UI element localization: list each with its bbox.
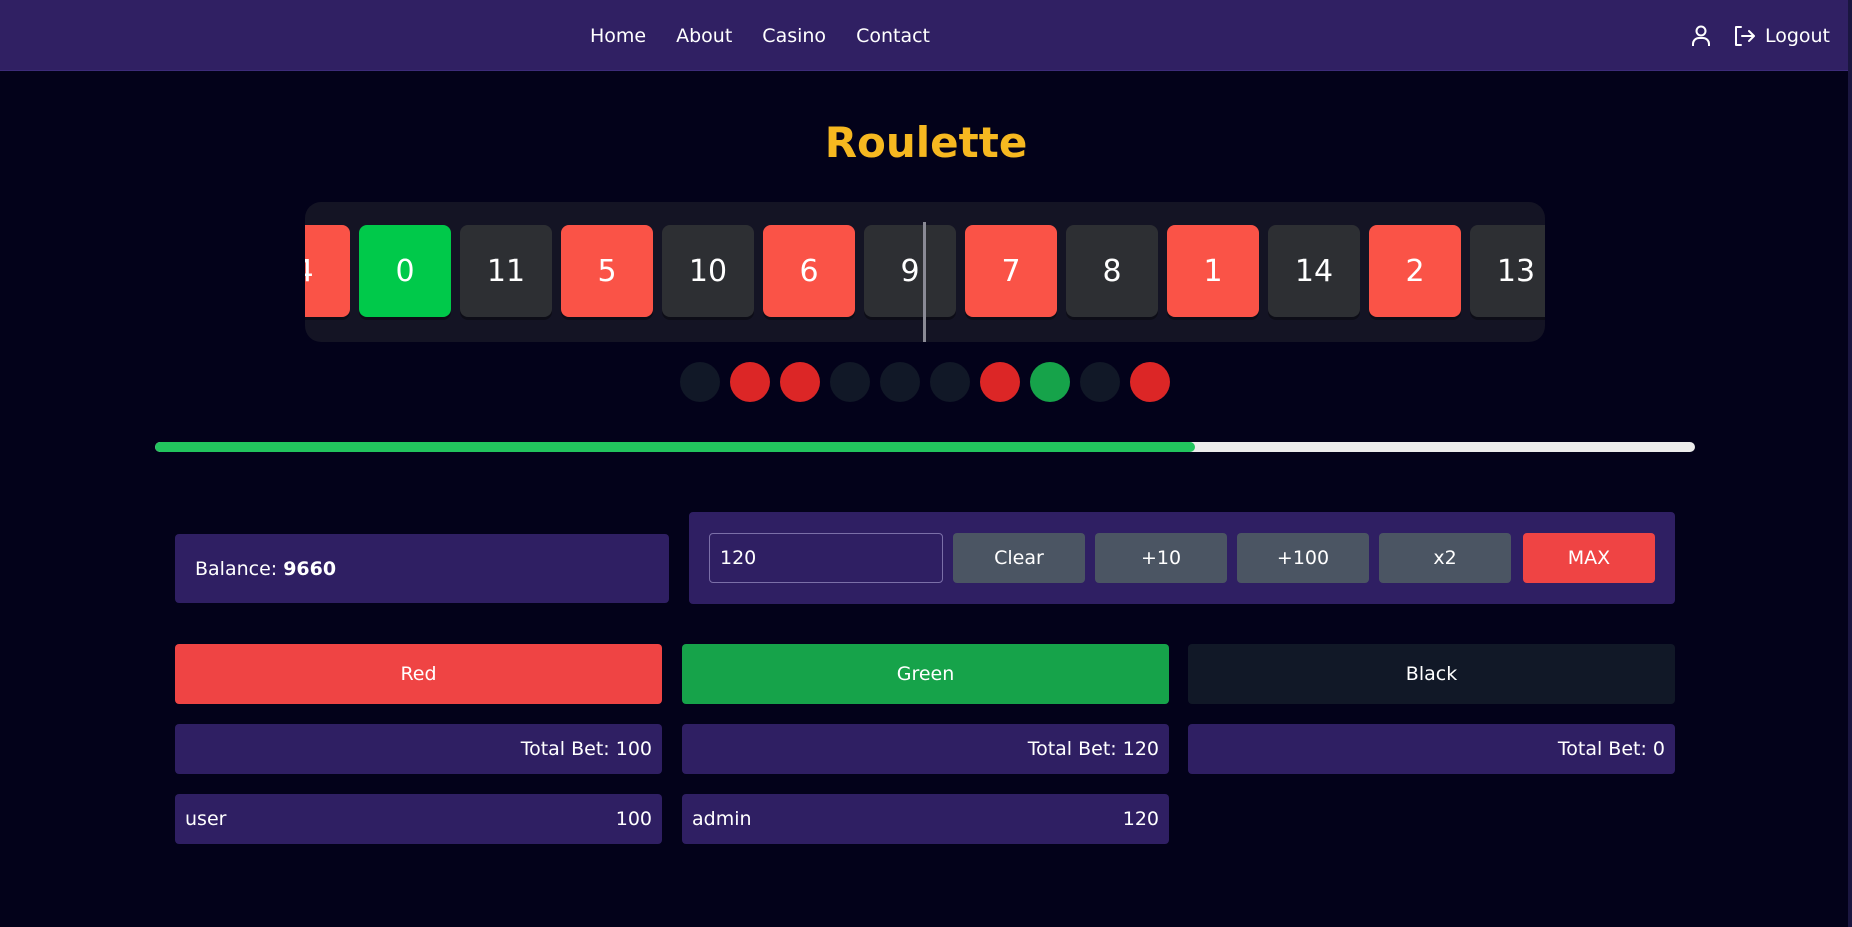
balance-label: Balance: bbox=[195, 557, 278, 580]
green-total-bet: Total Bet: 120 bbox=[682, 724, 1169, 774]
red-bettor-row: user 100 bbox=[175, 794, 662, 844]
round-timer-bar bbox=[155, 442, 1695, 452]
bet-red-button[interactable]: Red bbox=[175, 644, 662, 704]
balance-value: 9660 bbox=[283, 557, 337, 580]
roulette-tile: 1 bbox=[1167, 225, 1259, 317]
history-dot-black bbox=[1080, 362, 1120, 402]
history-dot-black bbox=[930, 362, 970, 402]
bettor-amount: 100 bbox=[615, 808, 652, 830]
black-total-bet: Total Bet: 0 bbox=[1188, 724, 1675, 774]
clear-button[interactable]: Clear bbox=[953, 533, 1085, 583]
double-button[interactable]: x2 bbox=[1379, 533, 1511, 583]
bet-black-button[interactable]: Black bbox=[1188, 644, 1675, 704]
history-dot-red bbox=[730, 362, 770, 402]
balance-display: Balance: 9660 bbox=[175, 534, 669, 603]
nav-casino[interactable]: Casino bbox=[762, 25, 826, 47]
logout-icon bbox=[1733, 25, 1755, 47]
nav-links: Home About Casino Contact bbox=[590, 0, 930, 71]
roulette-tile: 5 bbox=[561, 225, 653, 317]
nav-right: Logout bbox=[1691, 0, 1830, 71]
nav-about[interactable]: About bbox=[676, 25, 732, 47]
roulette-tile: 13 bbox=[1470, 225, 1545, 317]
roulette-tile: 2 bbox=[1369, 225, 1461, 317]
bettor-name: user bbox=[185, 808, 227, 830]
history-dot-green bbox=[1030, 362, 1070, 402]
roulette-tile: 9 bbox=[864, 225, 956, 317]
round-timer-fill bbox=[155, 442, 1195, 452]
plus-10-button[interactable]: +10 bbox=[1095, 533, 1227, 583]
roulette-tile: 7 bbox=[965, 225, 1057, 317]
nav-home[interactable]: Home bbox=[590, 25, 646, 47]
max-button[interactable]: MAX bbox=[1523, 533, 1655, 583]
logout-label: Logout bbox=[1764, 24, 1830, 47]
history-dot-black bbox=[830, 362, 870, 402]
history-dot-red bbox=[1130, 362, 1170, 402]
top-navbar: Home About Casino Contact Logout bbox=[0, 0, 1852, 71]
history-dot-red bbox=[780, 362, 820, 402]
roulette-tile: 8 bbox=[1066, 225, 1158, 317]
history-dot-black bbox=[880, 362, 920, 402]
result-history bbox=[680, 362, 1170, 402]
logout-button[interactable]: Logout bbox=[1733, 25, 1830, 47]
bettor-name: admin bbox=[692, 808, 752, 830]
roulette-tile: 6 bbox=[763, 225, 855, 317]
bet-amount-input[interactable] bbox=[709, 533, 943, 583]
red-total-bet: Total Bet: 100 bbox=[175, 724, 662, 774]
page-title: Roulette bbox=[824, 118, 1028, 167]
roulette-tile: 11 bbox=[460, 225, 552, 317]
bet-green-button[interactable]: Green bbox=[682, 644, 1169, 704]
history-dot-black bbox=[680, 362, 720, 402]
user-icon[interactable] bbox=[1691, 25, 1711, 47]
bet-panel: Clear +10 +100 x2 MAX bbox=[689, 512, 1675, 604]
roulette-strip: 40115106978114213 bbox=[305, 202, 1545, 342]
plus-100-button[interactable]: +100 bbox=[1237, 533, 1369, 583]
roulette-tile: 0 bbox=[359, 225, 451, 317]
roulette-marker bbox=[923, 222, 926, 342]
bettor-amount: 120 bbox=[1122, 808, 1159, 830]
green-bettor-row: admin 120 bbox=[682, 794, 1169, 844]
nav-contact[interactable]: Contact bbox=[856, 25, 930, 47]
history-dot-red bbox=[980, 362, 1020, 402]
roulette-tile: 4 bbox=[305, 225, 350, 317]
roulette-tile: 14 bbox=[1268, 225, 1360, 317]
roulette-tile: 10 bbox=[662, 225, 754, 317]
